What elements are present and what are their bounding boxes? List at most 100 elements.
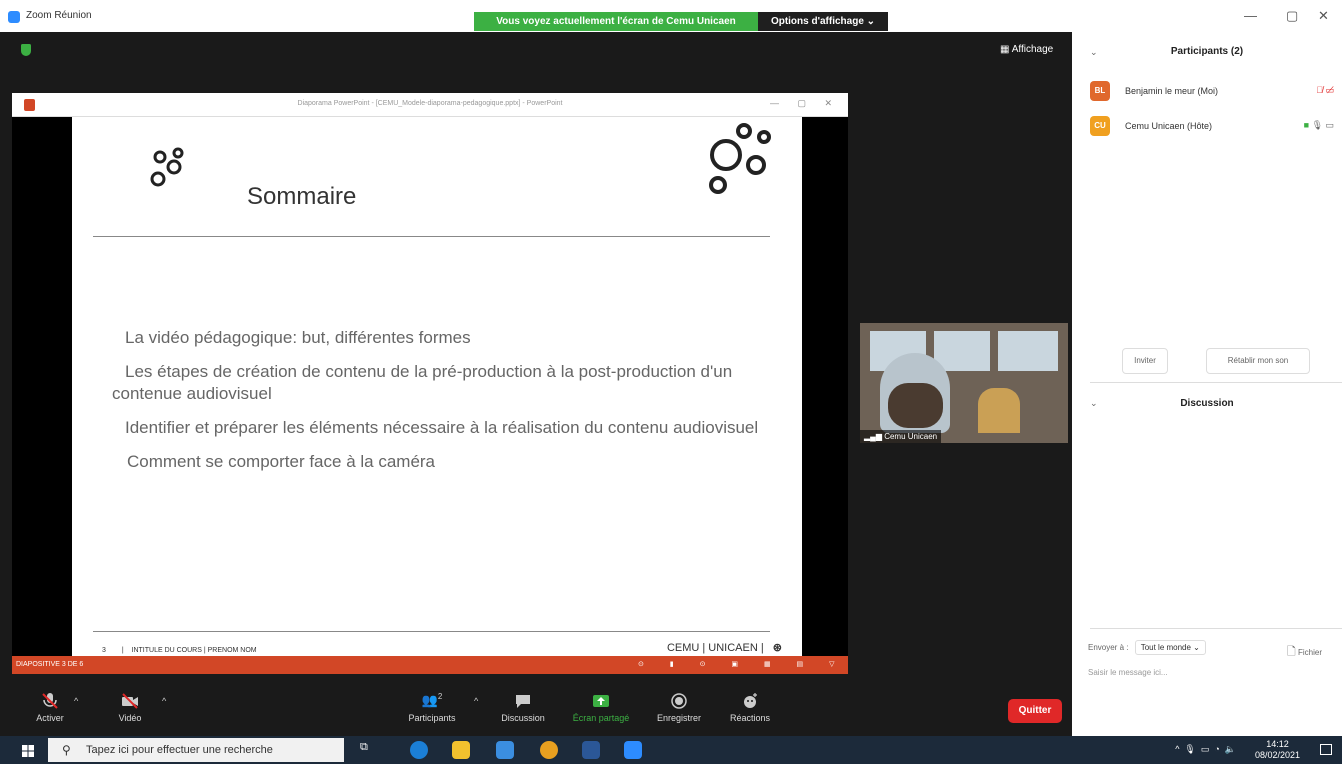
participant-name: Benjamin le meur (Moi) (1125, 86, 1219, 96)
avatar: CU (1090, 116, 1110, 136)
video-options-chevron-icon[interactable]: ^ (162, 696, 166, 706)
background-window (998, 331, 1058, 371)
affichage-label: Affichage (1011, 44, 1054, 55)
record-icon (671, 693, 687, 709)
chat-message-input[interactable]: Saisir le message ici... (1088, 668, 1168, 677)
slide-footer-divider (93, 631, 770, 632)
file-explorer-icon[interactable] (452, 741, 470, 759)
file-button[interactable]: 🗋 Fichier (1287, 643, 1322, 662)
task-view-icon[interactable]: ⧉ (360, 741, 378, 759)
ppt-title-bar: Diaporama PowerPoint - [CEMU_Modele-diap… (12, 93, 848, 117)
share-banner: Vous voyez actuellement l'écran de Cemu … (474, 12, 758, 31)
clock-time: 14:12 (1266, 739, 1289, 749)
panel-divider (1090, 382, 1342, 383)
participant-name: Cemu Unicaen (Hôte) (1125, 121, 1213, 131)
chrome-icon[interactable] (540, 741, 558, 759)
share-screen-button[interactable]: Écran partagé (566, 692, 636, 723)
minimize-button[interactable]: — (1244, 8, 1257, 23)
background-coat (978, 388, 1020, 433)
chat-label: Discussion (501, 713, 545, 723)
panel-divider (1090, 628, 1342, 629)
windows-taskbar: ⚲ Tapez ici pour effectuer une recherche… (0, 736, 1342, 764)
video-name: Cemu Unicaen (884, 432, 938, 441)
unmute-me-button[interactable]: Rétablir mon son (1206, 348, 1310, 374)
chat-button[interactable]: Discussion (496, 692, 550, 723)
person-face (888, 383, 943, 428)
share-screen-label: Écran partagé (572, 713, 630, 723)
reactions-label: Réactions (729, 713, 771, 723)
unmute-button[interactable]: Activer (30, 692, 70, 723)
restore-button[interactable]: ▢ (1286, 8, 1298, 24)
bullet-item: Les étapes de création de contenu de la … (112, 362, 733, 403)
slide-counter: DIAPOSITIVE 3 DE 6 (16, 661, 84, 668)
affichage-button[interactable]: ▦ Affichage (1000, 44, 1053, 55)
notification-icon[interactable] (1320, 744, 1332, 755)
chat-header: Discussion (1180, 398, 1234, 409)
participants-label: Participants (408, 713, 456, 723)
participants-options-chevron-icon[interactable]: ^ (474, 696, 478, 706)
share-screen-icon (593, 695, 609, 707)
audio-options-chevron-icon[interactable]: ^ (74, 696, 78, 706)
shared-screen: Diaporama PowerPoint - [CEMU_Modele-diap… (12, 93, 848, 674)
host-status-icons: ■ 🎙 ▭ (1303, 120, 1334, 130)
send-to-label: Envoyer à : (1088, 643, 1129, 652)
recipient-select[interactable]: Tout le monde ⌄ (1134, 640, 1206, 655)
participants-header: Participants (2) (1170, 46, 1244, 57)
slide-footer: 3 | INTITULE DU COURS | PRENOM NOM (102, 647, 257, 654)
window-title: Zoom Réunion (26, 10, 92, 21)
mail-icon[interactable] (496, 741, 514, 759)
windows-start-icon[interactable] (22, 745, 34, 757)
ppt-window-title: Diaporama PowerPoint - [CEMU_Modele-diap… (297, 100, 563, 107)
side-panel: ⌄ Participants (2) BL Benjamin le meur (… (1072, 32, 1342, 736)
bullet-item: La vidéo pédagogique: but, différentes f… (125, 328, 471, 347)
video-label: Vidéo (118, 713, 142, 723)
slide-footer-text: INTITULE DU COURS | PRENOM NOM (131, 647, 257, 654)
mic-muted-icon (42, 693, 58, 709)
view-options-button[interactable]: Options d'affichage ⌄ (758, 12, 888, 31)
unicaen-logo-icon: ⊛ (772, 642, 782, 654)
ppt-status-bar: DIAPOSITIVE 3 DE 6 ⊙ ▮ ⊙ ▣ ▦ ▤ ▽ (12, 656, 848, 674)
file-label: Fichier (1297, 648, 1322, 657)
taskbar-clock[interactable]: 14:12 08/02/2021 (1255, 739, 1300, 761)
background-window (934, 331, 990, 371)
gears-large-icon (709, 123, 771, 194)
record-button[interactable]: Enregistrer (652, 692, 706, 723)
search-icon: ⚲ (62, 743, 71, 757)
participants-count: 2 (437, 692, 443, 701)
taskbar-search-input[interactable]: ⚲ Tapez ici pour effectuer une recherche (48, 738, 344, 762)
unmute-label: Activer (36, 713, 64, 723)
participants-button[interactable]: 👥2 Participants (400, 692, 464, 723)
signal-icon: ▂▄▆ (864, 432, 885, 441)
reactions-button[interactable]: Réactions (724, 692, 776, 723)
participant-row[interactable]: BL Benjamin le meur (Moi) 🎙̸ ▭̸ (1090, 81, 1334, 101)
video-off-icon (122, 693, 138, 709)
reactions-icon (744, 693, 757, 708)
ppt-window-controls: — ▢ ✕ (769, 98, 840, 108)
zoom-icon (8, 11, 20, 23)
zoom-taskbar-icon[interactable] (624, 741, 642, 759)
start-video-button[interactable]: Vidéo (112, 692, 148, 723)
bullet-item: Comment se comporter face à la caméra (127, 452, 436, 471)
slide-page-number: 3 (102, 647, 106, 654)
close-button[interactable]: ✕ (1318, 8, 1329, 24)
slide-bullets: La vidéo pédagogique: but, différentes f… (112, 327, 772, 485)
participant-video-tile[interactable]: ▂▄▆ Cemu Unicaen (860, 323, 1068, 443)
security-shield-icon[interactable] (21, 44, 31, 56)
system-tray-icons[interactable]: ^ 🎙 ▭ ◔ 🔈 (1175, 744, 1236, 755)
chat-recipient: Envoyer à : Tout le monde ⌄ (1088, 640, 1206, 655)
edge-icon[interactable] (410, 741, 428, 759)
clock-date: 08/02/2021 (1254, 750, 1300, 760)
participant-row[interactable]: CU Cemu Unicaen (Hôte) ■ 🎙 ▭ (1090, 116, 1334, 136)
slide-logos: CEMU | UNICAEN | ⊛ (667, 641, 782, 654)
record-label: Enregistrer (656, 713, 701, 723)
word-icon[interactable] (582, 741, 600, 759)
slideshow-controls-icon[interactable]: ⊙ ▮ ⊙ ▣ ▦ ▤ ▽ (638, 656, 846, 674)
leave-meeting-button[interactable]: Quitter (1008, 699, 1062, 723)
slide: Sommaire La vidéo pédagogique: but, diff… (72, 117, 802, 656)
file-icon: 🗋 (1286, 646, 1296, 658)
gears-icon (150, 147, 184, 187)
slide-divider (93, 236, 770, 237)
muted-status-icon: 🎙̸ ▭̸ (1316, 85, 1334, 95)
invite-button[interactable]: Inviter (1122, 348, 1168, 374)
search-placeholder: Tapez ici pour effectuer une recherche (86, 744, 273, 756)
